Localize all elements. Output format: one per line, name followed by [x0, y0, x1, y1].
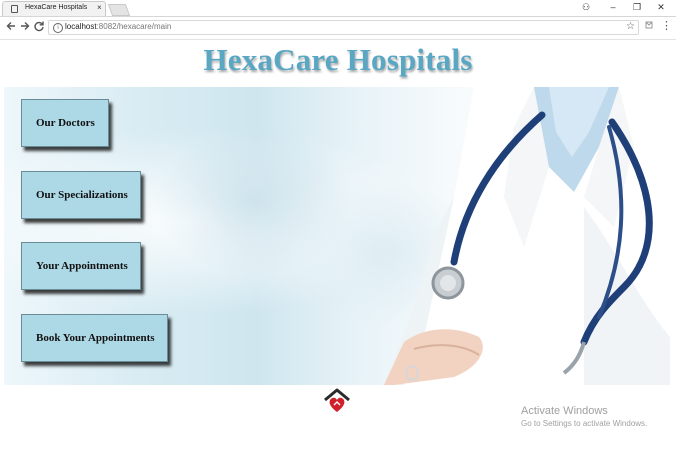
watermark-title: Activate Windows: [521, 405, 608, 417]
star-icon[interactable]: ☆: [626, 21, 635, 32]
doctor-illustration: [384, 87, 670, 385]
home-heart-icon[interactable]: [323, 388, 351, 414]
url-text[interactable]: localhost:8082/hexacare/main: [65, 22, 171, 31]
watermark-subtitle: Go to Settings to activate Windows.: [521, 419, 648, 428]
book-appointments-button[interactable]: Book Your Appointments: [21, 314, 168, 362]
tab-close-icon[interactable]: ×: [97, 3, 102, 13]
menu-icon[interactable]: ⋮: [661, 19, 672, 32]
forward-icon[interactable]: [18, 20, 32, 34]
restore-button[interactable]: ❐: [626, 0, 648, 14]
address-bar[interactable]: i localhost:8082/hexacare/main ☆: [48, 20, 639, 35]
url-path: :8082/hexacare/main: [96, 22, 172, 31]
tab-title: HexaCare Hospitals: [25, 4, 88, 11]
page-title: HexaCare Hospitals: [203, 42, 473, 77]
info-icon[interactable]: i: [53, 23, 63, 33]
url-host: localhost: [65, 22, 97, 31]
our-specializations-button[interactable]: Our Specializations: [21, 171, 141, 219]
activate-windows-watermark: Activate Windows Go to Settings to activ…: [521, 405, 647, 428]
browser-tab[interactable]: HexaCare Hospitals ×: [2, 1, 106, 16]
extension-icon[interactable]: [644, 20, 654, 33]
minimize-button[interactable]: –: [602, 0, 624, 14]
our-doctors-button[interactable]: Our Doctors: [21, 99, 109, 147]
your-appointments-button[interactable]: Your Appointments: [21, 242, 141, 290]
browser-toolbar: i localhost:8082/hexacare/main ☆ ⋮: [0, 17, 676, 40]
new-tab-button[interactable]: [107, 4, 131, 16]
tab-strip: HexaCare Hospitals × ⚇ – ❐ ✕: [0, 0, 676, 17]
page-favicon-icon: [11, 5, 18, 13]
account-icon[interactable]: ⚇: [575, 0, 597, 14]
close-window-button[interactable]: ✕: [650, 0, 672, 14]
hero-banner: Our Doctors Our Specializations Your App…: [4, 87, 670, 385]
reload-icon[interactable]: [32, 20, 46, 34]
back-icon[interactable]: [4, 20, 18, 34]
